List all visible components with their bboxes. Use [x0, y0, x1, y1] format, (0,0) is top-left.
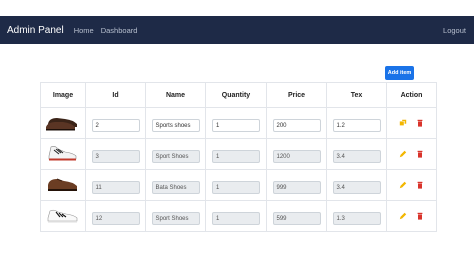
tex-field[interactable]: 1.3: [332, 212, 381, 225]
tex-field[interactable]: 1.2: [332, 119, 381, 132]
brown-dress-shoes-icon: [46, 117, 77, 130]
table-row: 12 Sport Shoes 1 599 1.3: [40, 200, 437, 232]
trash-icon[interactable]: [416, 212, 424, 220]
id-field[interactable]: 3: [91, 150, 140, 163]
header-name: Name: [145, 82, 206, 108]
price-field[interactable]: 999: [272, 181, 321, 194]
table-row: 3 Sport Shoes 1 1200 3.4: [40, 138, 437, 170]
header-price: Price: [266, 82, 327, 108]
table-row: 11 Bata Shoes 1 999 3.4: [40, 169, 437, 201]
add-item-button[interactable]: Add item: [385, 66, 414, 80]
name-field[interactable]: Sport Shoes: [151, 212, 200, 225]
tex-field[interactable]: 3.4: [332, 181, 381, 194]
header-quantity: Quantity: [205, 82, 267, 108]
quantity-field[interactable]: 1: [212, 212, 260, 225]
quantity-field[interactable]: 1: [212, 150, 260, 163]
id-field[interactable]: 11: [91, 181, 140, 194]
id-field[interactable]: 12: [91, 212, 140, 225]
white-sport-shoe-icon: [48, 145, 77, 160]
brown-bata-shoe-icon: [48, 178, 77, 191]
nav-home-link[interactable]: Home: [74, 26, 94, 35]
header-tex: Tex: [326, 82, 387, 108]
brand-title[interactable]: Admin Panel: [7, 25, 64, 36]
header-action: Action: [386, 82, 437, 108]
navbar: Admin Panel Home Dashboard Logout: [0, 16, 474, 44]
trash-icon[interactable]: [416, 119, 424, 127]
tex-field[interactable]: 3.4: [332, 150, 381, 163]
pencil-icon[interactable]: [399, 150, 407, 158]
logout-link[interactable]: Logout: [443, 26, 466, 35]
trash-icon[interactable]: [416, 150, 424, 158]
price-field[interactable]: 200: [272, 119, 321, 132]
table-header-row: Image Id Name Quantity Price Tex Action: [40, 82, 437, 108]
header-image: Image: [40, 82, 86, 108]
white-striped-sneaker-icon: [47, 209, 78, 222]
table-row: 2 Sports shoes 1 200 1.2: [40, 107, 437, 139]
quantity-field[interactable]: 1: [212, 181, 260, 194]
pencil-icon[interactable]: [399, 181, 407, 189]
save-icon[interactable]: [399, 119, 407, 127]
pencil-icon[interactable]: [399, 212, 407, 220]
name-field[interactable]: Sports shoes: [151, 119, 200, 132]
header-id: Id: [85, 82, 146, 108]
price-field[interactable]: 1200: [272, 150, 321, 163]
name-field[interactable]: Sport Shoes: [151, 150, 200, 163]
nav-dashboard-link[interactable]: Dashboard: [101, 26, 138, 35]
quantity-field[interactable]: 1: [212, 119, 260, 132]
id-field[interactable]: 2: [91, 119, 140, 132]
products-table: Image Id Name Quantity Price Tex Action …: [40, 82, 437, 232]
price-field[interactable]: 599: [272, 212, 321, 225]
name-field[interactable]: Bata Shoes: [151, 181, 200, 194]
trash-icon[interactable]: [416, 181, 424, 189]
